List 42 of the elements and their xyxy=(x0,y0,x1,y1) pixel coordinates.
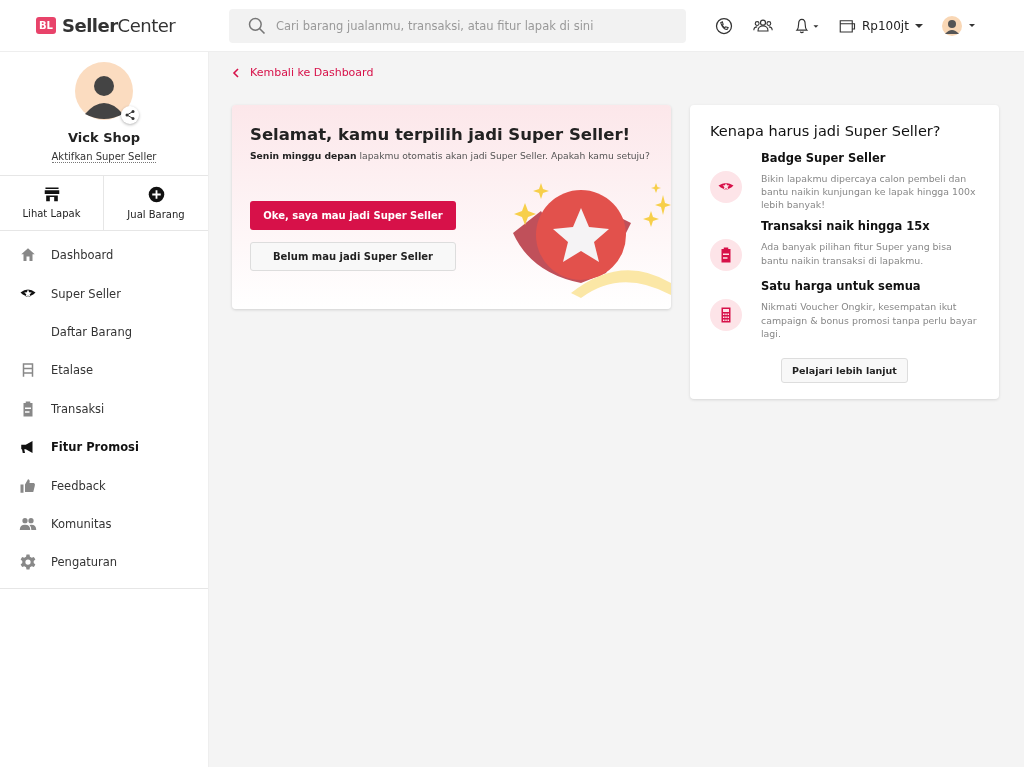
share-icon xyxy=(124,109,136,121)
back-link[interactable]: Kembali ke Dashboard xyxy=(232,66,1000,79)
offer-description: Senin minggu depan lapakmu otomatis akan jadi Super Seller. Apakah kamu setuju? xyxy=(250,150,651,161)
sidebar-item[interactable]: Etalase xyxy=(0,351,208,390)
wallet-balance-button[interactable]: Rp100jt xyxy=(836,14,925,37)
logo-badge[interactable]: BL xyxy=(36,17,56,34)
accept-button[interactable]: Oke, saya mau jadi Super Seller xyxy=(250,201,456,230)
caret-icon xyxy=(914,22,923,29)
sidebar-item[interactable]: Daftar Barang xyxy=(0,312,208,352)
sidebar-item[interactable]: Komunitas xyxy=(0,504,208,544)
clipboard-icon xyxy=(710,239,742,272)
settings-icon xyxy=(19,553,37,572)
chevron-left-icon xyxy=(232,67,240,78)
offer-title: Selamat, kamu terpilih jadi Super Seller! xyxy=(250,125,632,144)
plus-circle-icon xyxy=(147,186,165,203)
benefits-title: Kenapa harus jadi Super Seller? xyxy=(710,123,942,139)
benefit-description: Nikmati Voucher Ongkir, kesempatan ikut campaign & bonus promosi tanpa perlu bayar lagi. xyxy=(761,300,978,340)
sidebar-item[interactable]: Super Seller xyxy=(0,274,208,313)
benefit-description: Ada banyak pilihan fitur Super yang bisa bantu naikin transaksi di lapakmu. xyxy=(761,240,953,267)
sidebar-item[interactable]: Dashboard xyxy=(0,236,208,275)
decline-button[interactable]: Belum mau jadi Super Seller xyxy=(250,242,456,271)
benefit-title: Badge Super Seller xyxy=(761,151,887,165)
sidebar-item[interactable]: Feedback xyxy=(0,466,208,505)
benefit-title: Transaksi naik hingga 15x xyxy=(761,219,931,234)
shortcut-button[interactable]: Lihat Lapak xyxy=(0,176,104,230)
badge-icon xyxy=(710,171,742,203)
shop-name: Vick Shop xyxy=(68,130,140,145)
search-field[interactable]: Cari barang jualanmu, transaksi, atau fitur lapak di sini xyxy=(229,8,686,43)
learn-more-button[interactable]: Pelajari lebih lanjut xyxy=(781,357,908,383)
activate-super-seller-link[interactable]: Aktifkan Super Seller xyxy=(51,151,157,163)
shortcut-button[interactable]: Jual Barang xyxy=(104,176,208,230)
benefit-title: Satu harga untuk semua xyxy=(761,279,922,294)
thumbs-up-icon xyxy=(19,476,37,495)
sidebar-item[interactable]: Pengaturan xyxy=(0,543,208,582)
benefit-description: Bikin lapakmu dipercaya calon pembeli dan bantu naikin kunjungan ke lapak hingga 100x lebih banyak! xyxy=(761,172,977,212)
logo-text[interactable]: SellerCenter xyxy=(62,15,176,36)
calculator-icon xyxy=(710,299,742,332)
sidebar-item[interactable]: Transaksi xyxy=(0,389,208,428)
sidebar-item[interactable]: Fitur Promosi xyxy=(0,427,208,467)
store-icon xyxy=(42,186,61,202)
shop-avatar xyxy=(75,62,133,120)
share-button[interactable] xyxy=(121,106,139,124)
